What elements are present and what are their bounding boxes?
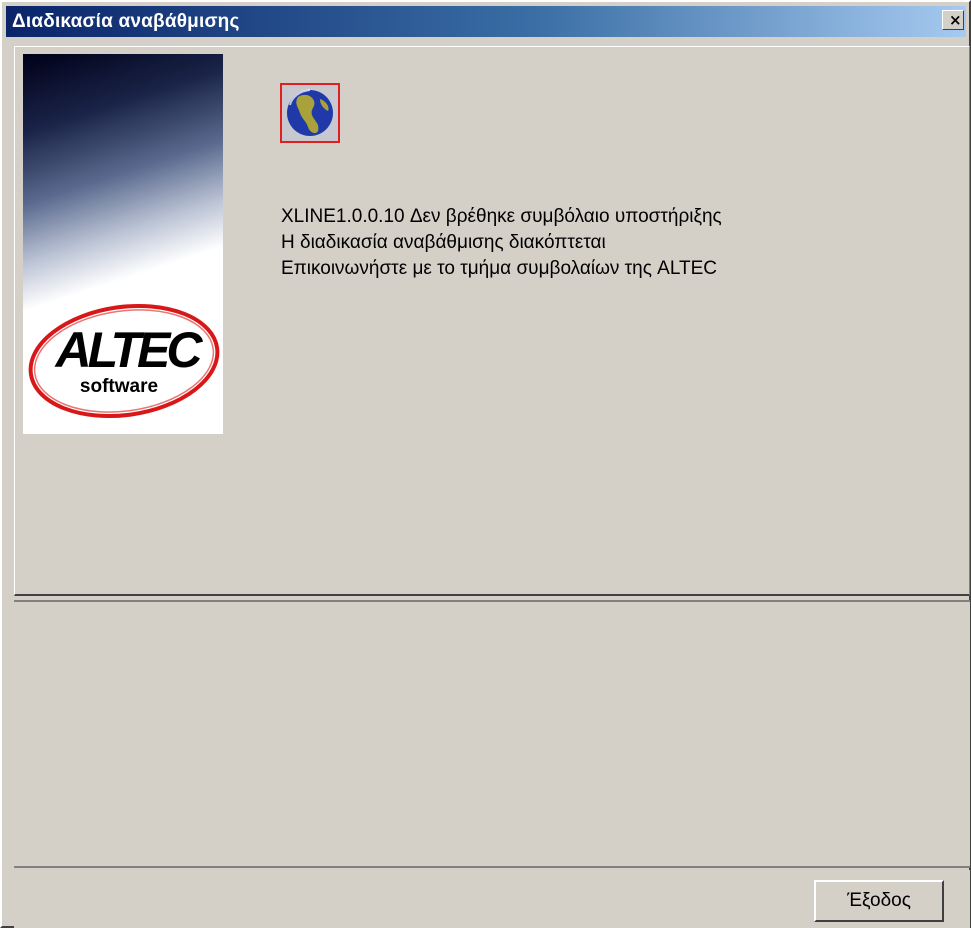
globe-icon xyxy=(280,83,340,143)
upgrade-dialog: Διαδικασία αναβάθμισης × ALTEC software xyxy=(0,0,971,928)
message-line-1: XLINE1.0.0.10 Δεν βρέθηκε συμβόλαιο υποσ… xyxy=(281,206,722,227)
close-button[interactable]: × xyxy=(942,10,964,30)
altec-banner: ALTEC software xyxy=(23,54,223,434)
logo-text: ALTEC xyxy=(54,322,204,378)
title-bar[interactable]: Διαδικασία αναβάθμισης × xyxy=(6,6,966,37)
button-bar: Έξοδος xyxy=(14,870,970,928)
message-line-3: Επικοινωνήστε με το τμήμα συμβολαίων της… xyxy=(281,258,718,279)
message-line-2: Η διαδικασία αναβάθμισης διακόπτεται xyxy=(281,232,606,253)
content-panel: ALTEC software XLINE1.0.0.10 Δεν βρέθηκε… xyxy=(14,46,970,596)
window-title: Διαδικασία αναβάθμισης xyxy=(12,10,240,32)
altec-logo: ALTEC software xyxy=(28,303,220,419)
log-panel xyxy=(14,600,970,868)
exit-button[interactable]: Έξοδος xyxy=(814,880,944,922)
logo-subtext: software xyxy=(80,376,158,397)
close-icon: × xyxy=(949,11,962,29)
status-message: XLINE1.0.0.10 Δεν βρέθηκε συμβόλαιο υποσ… xyxy=(281,204,881,282)
